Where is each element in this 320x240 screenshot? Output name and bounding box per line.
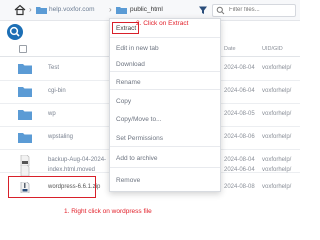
breadcrumb-domain[interactable]: help.voxfor.com	[49, 6, 95, 13]
file-uid: voxforhelp/	[262, 157, 292, 163]
menu-item-remove[interactable]: Remove	[116, 177, 140, 184]
breadcrumb-separator-icon: ›	[109, 5, 112, 14]
folder-icon	[18, 133, 32, 143]
file-date: 2024-06-04	[224, 88, 255, 94]
menu-item-extract[interactable]: Extract	[116, 25, 136, 32]
context-menu: Extract Edit in new tab Download Rename …	[109, 18, 221, 192]
menu-item-add-archive[interactable]: Add to archive	[116, 155, 158, 162]
folder-icon	[36, 7, 47, 14]
file-uid: voxforhelp/	[262, 167, 292, 173]
file-date: 2024-08-04	[224, 157, 255, 163]
breadcrumb-separator-icon: ›	[29, 5, 32, 14]
file-name[interactable]: wpstaling	[48, 134, 73, 140]
menu-item-edit-new-tab[interactable]: Edit in new tab	[116, 45, 159, 52]
file-uid: voxforhelp/	[262, 134, 292, 140]
file-date: 2024-06-04	[224, 167, 255, 173]
file-date: 2024-08-04	[224, 65, 255, 71]
menu-item-copy[interactable]: Copy	[116, 98, 131, 105]
select-all-checkbox[interactable]	[19, 45, 27, 53]
folder-icon	[18, 64, 32, 74]
menu-divider	[110, 37, 220, 38]
highlight-box	[8, 176, 96, 198]
annotation-step1: 1. Right click on wordpress file	[64, 208, 152, 215]
home-icon[interactable]	[14, 4, 26, 16]
menu-divider	[110, 146, 220, 147]
file-uid: voxforhelp/	[262, 111, 292, 117]
filter-icon[interactable]	[198, 5, 208, 15]
filter-input[interactable]	[229, 6, 291, 14]
annotation-step2: 2. Click on Extract	[136, 20, 189, 27]
file-date: 2024-08-08	[224, 184, 255, 190]
file-uid: voxforhelp/	[262, 88, 292, 94]
column-header-uid[interactable]: UID/GID	[262, 46, 283, 52]
file-name[interactable]: cgi-bin	[48, 88, 66, 94]
file-name[interactable]: wp	[48, 111, 56, 117]
search-icon	[9, 26, 20, 37]
filter-field[interactable]	[212, 4, 296, 17]
menu-item-download[interactable]: Download	[116, 61, 145, 68]
menu-divider	[110, 167, 220, 168]
file-name[interactable]: Test	[48, 65, 59, 71]
search-icon	[216, 6, 225, 15]
file-uid: voxforhelp/	[262, 65, 292, 71]
folder-icon	[116, 7, 127, 14]
file-date: 2024-08-06	[224, 134, 255, 140]
file-name[interactable]: index.html.moved	[48, 167, 95, 173]
file-date: 2024-08-05	[224, 111, 255, 117]
column-header-date[interactable]: Date	[224, 46, 236, 52]
breadcrumb-current-folder[interactable]: public_html	[130, 6, 163, 13]
search-button[interactable]	[7, 24, 23, 40]
menu-item-copy-move[interactable]: Copy/Move to...	[116, 116, 162, 123]
menu-divider	[110, 71, 220, 72]
menu-divider	[110, 89, 220, 90]
menu-item-rename[interactable]: Rename	[116, 79, 141, 86]
menu-item-set-permissions[interactable]: Set Permissions	[116, 135, 163, 142]
folder-icon	[18, 87, 32, 97]
file-name[interactable]: backup-Aug-04-2024-	[48, 157, 106, 163]
folder-icon	[18, 110, 32, 120]
file-icon	[20, 165, 30, 176]
file-uid: voxforhelp/	[262, 184, 292, 190]
